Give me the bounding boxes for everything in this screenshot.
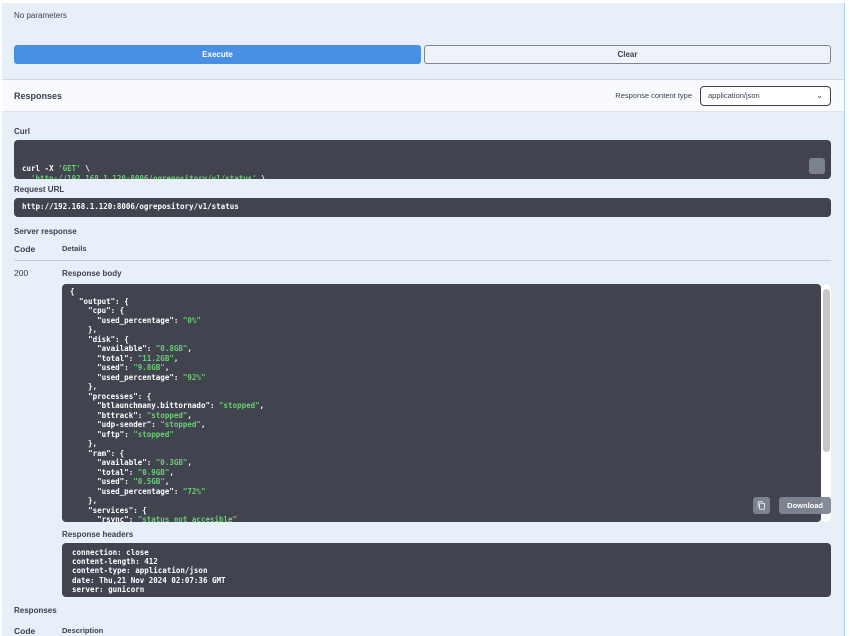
- response-headers-block: connection: close content-length: 412 cont…: [62, 543, 831, 597]
- details-column-header: Details: [62, 244, 87, 253]
- code-column-header: Code: [14, 244, 36, 254]
- server-response-title: Server response: [14, 227, 77, 236]
- content-type-wrapper: Response content type application/json ⌄: [615, 85, 831, 106]
- live-response-row: 200 Response body { "output": { "cpu": {…: [14, 268, 831, 597]
- response-headers-label: Response headers: [62, 530, 134, 539]
- content-type-value: application/json: [708, 91, 760, 100]
- execute-button[interactable]: Execute: [14, 45, 421, 64]
- download-button[interactable]: Download: [779, 497, 831, 514]
- description-column-header: Description: [62, 626, 104, 635]
- chevron-down-icon: ⌄: [816, 91, 823, 100]
- server-response-table-header: Code Details: [14, 244, 831, 261]
- curl-command-block: curl -X 'GET' \ 'http://192.168.1.120:80…: [14, 140, 831, 179]
- responses-title: Responses: [14, 90, 63, 101]
- request-url-value: http://192.168.1.120:8006/ogrepository/v…: [14, 198, 831, 217]
- response-body-label: Response body: [62, 269, 122, 278]
- scrollbar-thumb[interactable]: [822, 289, 830, 452]
- response-content-type-select[interactable]: application/json ⌄: [700, 85, 831, 106]
- copy-curl-button[interactable]: [809, 158, 825, 174]
- response-body-wrapper: { "output": { "cpu": { "used_percentage"…: [62, 284, 831, 522]
- clipboard-icon: [757, 498, 766, 513]
- code-column-header: Code: [14, 626, 36, 636]
- swagger-operation-panel: No parameters Execute Clear Responses Re…: [0, 0, 850, 636]
- execute-wrapper: Execute Clear: [14, 45, 831, 64]
- curl-command-text: curl -X 'GET' \ 'http://192.168.1.120:80…: [22, 164, 266, 179]
- response-body-block: { "output": { "cpu": { "used_percentage"…: [62, 284, 821, 522]
- responses-doc-table-header: Code Description: [14, 626, 831, 636]
- opblock-body: No parameters Execute Clear Responses Re…: [2, 3, 845, 636]
- request-url-label: Request URL: [14, 185, 65, 194]
- response-details: Response body { "output": { "cpu": { "us…: [62, 268, 831, 597]
- clipboard-icon: [790, 144, 831, 180]
- status-code: 200: [14, 268, 29, 278]
- copy-response-button[interactable]: [753, 497, 770, 514]
- curl-label: Curl: [14, 127, 30, 136]
- clear-button[interactable]: Clear: [424, 45, 831, 64]
- responses-section-header: Responses Response content type applicat…: [2, 79, 844, 112]
- response-body-scrollbar[interactable]: [821, 284, 831, 522]
- no-parameters-text: No parameters: [14, 11, 67, 20]
- content-type-label: Response content type: [615, 91, 692, 100]
- responses-doc-title: Responses: [14, 606, 57, 615]
